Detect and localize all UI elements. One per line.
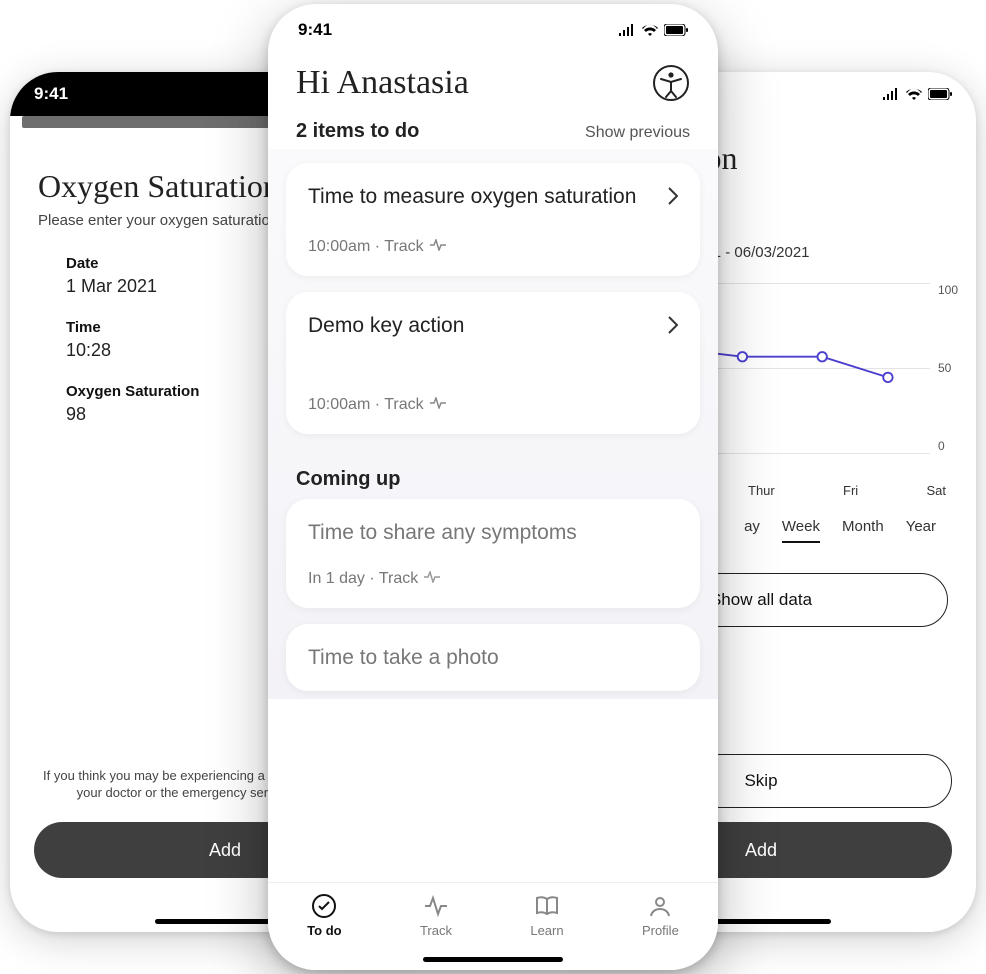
card-title: Time to take a photo: [308, 644, 678, 671]
status-icons: [882, 88, 952, 100]
pulse-icon: [424, 570, 440, 588]
check-circle-icon: [311, 893, 337, 919]
status-icons: [618, 24, 688, 36]
date-value: 1 Mar 2021: [66, 276, 157, 296]
tab-todo[interactable]: To do: [307, 893, 341, 938]
time-value: 10:28: [66, 340, 111, 360]
card-title: Demo key action: [308, 312, 464, 339]
upcoming-card[interactable]: Time to share any symptoms In 1 day · Tr…: [286, 499, 700, 608]
book-icon: [534, 893, 560, 919]
status-time: 9:41: [34, 84, 68, 104]
range-tab-year[interactable]: Year: [906, 518, 936, 543]
person-icon: [647, 893, 673, 919]
tab-track[interactable]: Track: [420, 893, 452, 938]
chart-y-axis: 100 50 0: [938, 283, 958, 453]
range-tab-week[interactable]: Week: [782, 518, 820, 543]
pulse-icon: [430, 396, 446, 414]
greeting: Hi Anastasia: [296, 64, 469, 102]
todo-card[interactable]: Time to measure oxygen saturation 10:00a…: [286, 163, 700, 276]
card-meta: 10:00am · Track: [308, 238, 678, 256]
range-tab-day[interactable]: ay: [744, 518, 760, 543]
tab-learn[interactable]: Learn: [530, 893, 563, 938]
pulse-icon: [423, 893, 449, 919]
upcoming-card[interactable]: Time to take a photo: [286, 624, 700, 691]
home-todo-phone: 9:41 Hi Anastasia 2 items to do Show pre…: [268, 4, 718, 970]
home-indicator: [423, 957, 563, 962]
status-time: 9:41: [298, 20, 332, 40]
todo-heading: 2 items to do: [296, 120, 419, 143]
coming-up-heading: Coming up: [286, 450, 700, 499]
card-meta: In 1 day · Track: [308, 570, 678, 588]
pulse-icon: [430, 238, 446, 256]
range-tab-month[interactable]: Month: [842, 518, 884, 543]
accessibility-icon[interactable]: [652, 64, 690, 102]
show-previous-link[interactable]: Show previous: [585, 124, 690, 142]
card-meta: 10:00am · Track: [308, 396, 678, 414]
status-bar: 9:41: [268, 4, 718, 48]
oxygen-value: 98: [66, 404, 86, 424]
card-title: Time to share any symptoms: [308, 519, 678, 546]
todo-card[interactable]: Demo key action 10:00am · Track: [286, 292, 700, 433]
chevron-right-icon: [668, 316, 678, 339]
tab-profile[interactable]: Profile: [642, 893, 679, 938]
chevron-right-icon: [668, 187, 678, 210]
card-title: Time to measure oxygen saturation: [308, 183, 636, 210]
